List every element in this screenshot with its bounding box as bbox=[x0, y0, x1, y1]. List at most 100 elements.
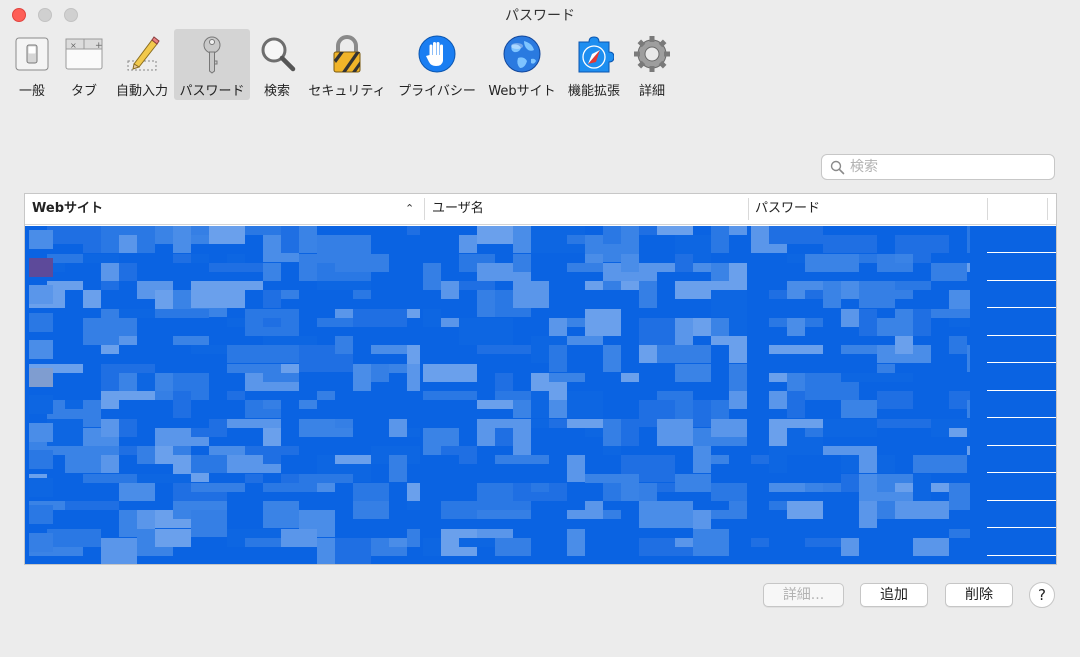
pixelated-block bbox=[101, 418, 119, 437]
password-search-field[interactable] bbox=[821, 154, 1055, 180]
table-row[interactable] bbox=[25, 281, 1056, 317]
table-row[interactable] bbox=[25, 391, 1056, 427]
pixelated-block bbox=[603, 281, 621, 290]
pixelated-block bbox=[751, 537, 769, 547]
remove-button[interactable]: 削除 bbox=[945, 583, 1013, 607]
pixelated-block bbox=[657, 482, 675, 492]
pixelated-block bbox=[675, 473, 711, 492]
column-header-username[interactable]: ユーザ名 bbox=[425, 194, 748, 224]
pixelated-block bbox=[155, 446, 173, 464]
window-title: パスワード bbox=[505, 8, 575, 24]
pixelated-block bbox=[335, 418, 353, 428]
tab-advanced[interactable]: 詳細 bbox=[628, 29, 676, 100]
pixelated-block bbox=[913, 253, 931, 263]
pixelated-block bbox=[621, 418, 639, 446]
tab-websites[interactable]: Webサイト bbox=[484, 29, 560, 100]
pixelated-block bbox=[263, 482, 317, 492]
pixelated-block bbox=[137, 473, 191, 483]
pixelated-block bbox=[101, 345, 119, 354]
pixelated-block bbox=[119, 262, 137, 281]
add-button[interactable]: 追加 bbox=[860, 583, 928, 607]
pixelated-block bbox=[173, 391, 191, 418]
pixelated-block bbox=[729, 308, 747, 336]
website-cell bbox=[29, 391, 420, 427]
table-row[interactable] bbox=[25, 418, 1056, 455]
pixelated-block bbox=[639, 501, 693, 528]
pixelated-block bbox=[603, 418, 621, 446]
pixelated-block bbox=[603, 446, 621, 455]
pixelated-block bbox=[495, 455, 549, 464]
table-body-selected-rows[interactable] bbox=[25, 226, 1056, 564]
table-row[interactable] bbox=[25, 253, 1056, 290]
pixelated-block bbox=[711, 418, 747, 437]
pixelated-block bbox=[335, 537, 371, 564]
pixelated-block bbox=[209, 281, 263, 290]
tab-privacy[interactable]: プライバシー bbox=[394, 29, 480, 100]
pixelated-block bbox=[281, 473, 299, 483]
pixelated-block bbox=[603, 510, 621, 519]
pixelated-block bbox=[299, 473, 353, 483]
table-header: Webサイト ⌃ ユーザ名 パスワード bbox=[25, 194, 1056, 225]
pixelated-block bbox=[787, 391, 805, 418]
table-row[interactable] bbox=[25, 363, 1056, 400]
pixelated-block bbox=[47, 528, 101, 547]
pixelated-block bbox=[639, 281, 657, 308]
pixelated-block bbox=[459, 281, 495, 290]
pixelated-block bbox=[639, 262, 675, 272]
pixelated-block bbox=[83, 235, 101, 253]
tab-passwords[interactable]: パスワード bbox=[174, 29, 250, 100]
pixelated-block bbox=[931, 308, 970, 318]
help-button[interactable]: ? bbox=[1029, 582, 1055, 608]
pixelated-block bbox=[281, 290, 299, 299]
pixelated-block bbox=[423, 391, 477, 400]
table-row[interactable] bbox=[25, 446, 1056, 482]
pixelated-block bbox=[859, 308, 877, 336]
table-row[interactable] bbox=[25, 473, 1056, 510]
padlock-icon bbox=[333, 35, 361, 73]
general-switch-icon bbox=[15, 37, 49, 71]
pixelated-block bbox=[477, 510, 531, 519]
pixelated-block bbox=[841, 400, 877, 418]
site-favicon bbox=[29, 505, 53, 524]
tab-extensions[interactable]: 機能拡張 bbox=[564, 29, 624, 100]
column-header-password[interactable]: パスワード bbox=[748, 194, 987, 224]
pixelated-block bbox=[603, 226, 621, 244]
passwords-table[interactable]: Webサイト ⌃ ユーザ名 パスワード bbox=[24, 193, 1057, 565]
website-cell bbox=[29, 528, 420, 564]
pixelated-block bbox=[621, 253, 639, 272]
tab-autofill[interactable]: 自動入力 bbox=[112, 29, 172, 100]
pixelated-block bbox=[729, 226, 747, 235]
details-button[interactable]: 詳細... bbox=[763, 583, 844, 607]
pixelated-block bbox=[191, 482, 245, 492]
password-cell bbox=[751, 446, 970, 473]
tab-security[interactable]: セキュリティ bbox=[305, 29, 389, 100]
site-favicon bbox=[29, 395, 53, 414]
pixelated-block bbox=[729, 336, 747, 363]
pixelated-block bbox=[859, 253, 877, 263]
search-input[interactable] bbox=[850, 158, 1046, 176]
website-cell bbox=[29, 446, 420, 482]
pixelated-block bbox=[729, 391, 747, 409]
globe-icon bbox=[503, 35, 541, 73]
table-row[interactable] bbox=[25, 528, 1056, 564]
column-header-website[interactable]: Webサイト bbox=[25, 194, 425, 224]
tab-search[interactable]: 検索 bbox=[253, 29, 301, 100]
table-row[interactable] bbox=[25, 336, 1056, 372]
tab-general[interactable]: 一般 bbox=[8, 29, 56, 100]
table-row[interactable] bbox=[25, 226, 1056, 262]
pixelated-block bbox=[949, 427, 967, 437]
pixelated-block bbox=[353, 501, 389, 519]
pixelated-block bbox=[567, 528, 585, 556]
table-row[interactable] bbox=[25, 308, 1056, 345]
tab-tabs[interactable]: × + タブ bbox=[60, 29, 108, 100]
pixelated-block bbox=[407, 427, 420, 437]
site-favicon bbox=[29, 312, 53, 332]
table-row[interactable] bbox=[25, 501, 1056, 537]
pixelated-block bbox=[967, 226, 970, 253]
site-favicon bbox=[29, 340, 53, 359]
pixelated-block bbox=[549, 317, 567, 336]
pixelated-block bbox=[657, 391, 693, 400]
pixelated-block bbox=[407, 226, 420, 235]
pixelated-block bbox=[675, 537, 693, 547]
pixelated-block bbox=[371, 363, 389, 382]
